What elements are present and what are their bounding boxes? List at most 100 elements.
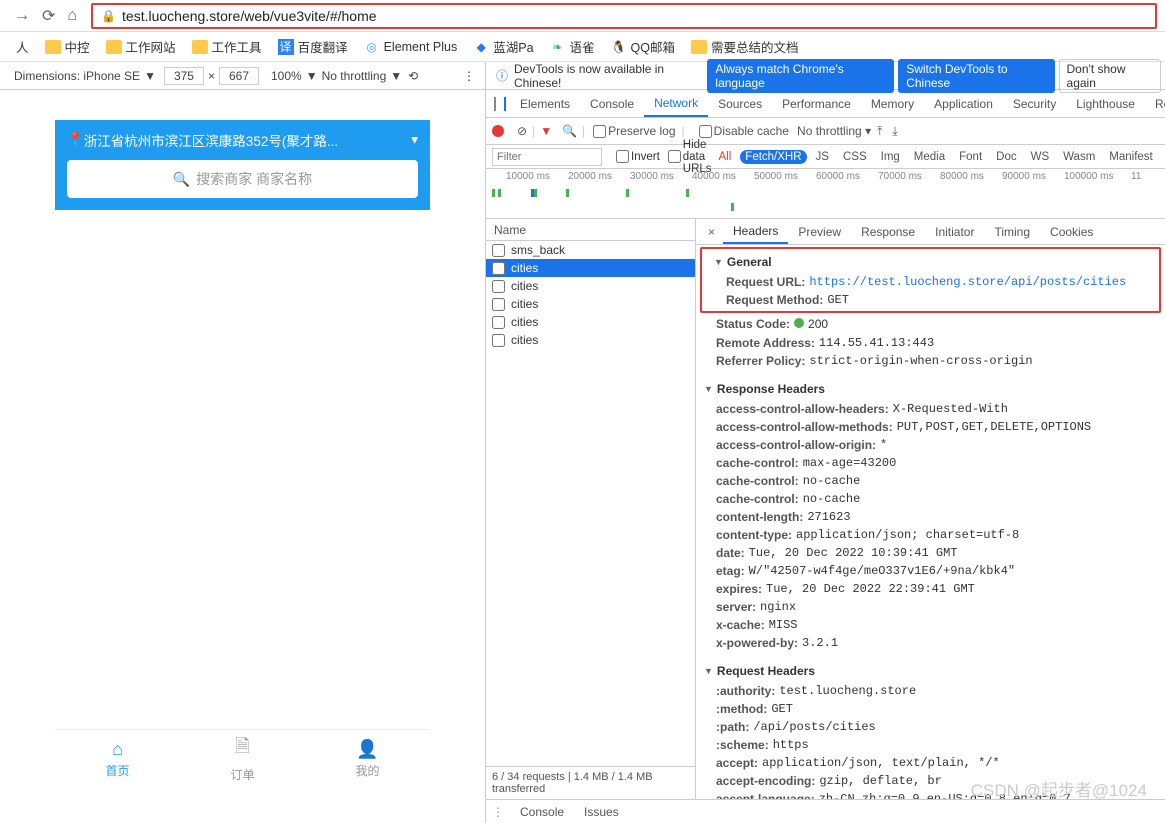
throttle-select[interactable]: No throttling [322,69,387,83]
tab-security[interactable]: Security [1003,90,1066,117]
more-icon[interactable]: ⋮ [463,69,475,83]
bookmark-item[interactable]: 人 [16,37,29,56]
bookmark-item[interactable]: ◆蓝湖Pa [473,37,533,56]
filter-media[interactable]: Media [909,150,950,164]
wifi-icon[interactable]: ⤒ [877,124,882,139]
filter-font[interactable]: Font [954,150,987,164]
close-icon[interactable]: × [700,225,723,239]
tab-elements[interactable]: Elements [510,90,580,117]
record-button[interactable] [492,125,504,137]
zoom-select[interactable]: 100% [271,69,302,83]
inspect-icon[interactable] [494,97,496,111]
request-row[interactable]: cities [486,313,695,331]
filter-doc[interactable]: Doc [991,150,1021,164]
filter-manifest[interactable]: Manifest [1104,150,1157,164]
rotate-icon[interactable]: ⟲ [408,69,418,83]
general-header[interactable]: General [706,251,1155,273]
filter-ws[interactable]: WS [1026,150,1055,164]
element-icon: ◎ [364,39,380,55]
search-icon[interactable]: 🔍 [562,124,577,138]
bookmark-item[interactable]: 工作工具 [192,37,262,56]
filter-all[interactable]: All [714,150,737,164]
tab-headers[interactable]: Headers [723,219,788,244]
filter-wasm[interactable]: Wasm [1058,150,1100,164]
throttle-select[interactable]: No throttling ▾ [797,124,871,138]
invert-checkbox[interactable] [616,150,629,163]
tab-preview[interactable]: Preview [788,219,851,244]
filter-icon[interactable]: ▼ [540,124,552,138]
drawer-issues[interactable]: Issues [574,805,629,819]
tab-recorder[interactable]: Recorder [1145,90,1165,117]
device-preview-pane: Dimensions: iPhone SE▼ 375 × 667 100%▼ N… [0,62,485,823]
request-headers[interactable]: Request Headers [696,660,1165,682]
row-checkbox[interactable] [492,280,505,293]
row-checkbox[interactable] [492,262,505,275]
request-row[interactable]: cities [486,295,695,313]
search-placeholder: 搜索商家 商家名称 [196,169,312,189]
bookmark-item[interactable]: 🐧QQ邮箱 [611,37,675,56]
download-icon[interactable]: ⤓ [892,124,897,139]
tab-application[interactable]: Application [924,90,1003,117]
location-bar[interactable]: 📍 浙江省杭州市滨江区滨康路352号(聚才路... ▾ [55,120,430,160]
filter-css[interactable]: CSS [838,150,872,164]
url-bar[interactable]: 🔒 test.luocheng.store/web/vue3vite/#/hom… [91,3,1157,29]
switch-language-button[interactable]: Switch DevTools to Chinese [898,59,1054,93]
home-icon[interactable]: ⌂ [67,7,77,25]
tab-timing[interactable]: Timing [984,219,1040,244]
tab-memory[interactable]: Memory [861,90,924,117]
tab-home[interactable]: ⌂首页 [55,730,180,787]
tab-lighthouse[interactable]: Lighthouse [1066,90,1145,117]
width-input[interactable]: 375 [164,67,204,85]
row-checkbox[interactable] [492,244,505,257]
match-language-button[interactable]: Always match Chrome's language [707,59,894,93]
hide-data-checkbox[interactable] [668,150,681,163]
tab-orders[interactable]: 🗎订单 [180,730,305,787]
tab-performance[interactable]: Performance [772,90,861,117]
search-input[interactable]: 🔍 搜索商家 商家名称 [67,160,418,198]
preserve-log-checkbox[interactable] [593,125,606,138]
column-name[interactable]: Name [486,219,695,241]
device-toolbar: Dimensions: iPhone SE▼ 375 × 667 100%▼ N… [0,62,485,90]
bookmark-item[interactable]: ❧语雀 [550,37,595,56]
filter-img[interactable]: Img [876,150,905,164]
bookmark-item[interactable]: 译百度翻译 [278,37,348,56]
height-input[interactable]: 667 [219,67,259,85]
row-checkbox[interactable] [492,334,505,347]
filter-fetch[interactable]: Fetch/XHR [740,150,806,164]
request-row[interactable]: cities [486,259,695,277]
tab-console[interactable]: Console [580,90,644,117]
bookmark-item[interactable]: ◎Element Plus [364,39,458,55]
filter-js[interactable]: JS [811,150,834,164]
device-select[interactable]: Dimensions: iPhone SE [14,69,140,83]
bookmark-item[interactable]: 需要总结的文档 [691,37,799,56]
forward-icon[interactable]: → [14,7,30,25]
request-row[interactable]: sms_back [486,241,695,259]
filter-input[interactable] [492,148,602,166]
browser-toolbar: → ⟳ ⌂ 🔒 test.luocheng.store/web/vue3vite… [0,0,1165,32]
tab-cookies[interactable]: Cookies [1040,219,1103,244]
tab-network[interactable]: Network [644,90,708,117]
bookmark-item[interactable]: 中控 [45,37,90,56]
home-icon: ⌂ [112,739,123,760]
response-headers[interactable]: Response Headers [696,378,1165,400]
detail-tabs: × Headers Preview Response Initiator Tim… [696,219,1165,245]
tab-mine[interactable]: 👤我的 [305,730,430,787]
device-toggle-icon[interactable] [504,97,506,111]
tab-sources[interactable]: Sources [708,90,772,117]
row-checkbox[interactable] [492,316,505,329]
request-row[interactable]: cities [486,277,695,295]
waterfall-timeline[interactable]: 10000 ms 20000 ms 30000 ms 40000 ms 5000… [486,169,1165,219]
dont-show-button[interactable]: Don't show again [1059,59,1161,93]
drawer-console[interactable]: Console [510,805,574,819]
pin-icon: 📍 [67,132,84,148]
disable-cache-checkbox[interactable] [699,125,712,138]
reload-icon[interactable]: ⟳ [42,6,55,26]
tab-response[interactable]: Response [851,219,925,244]
drawer-toggle-icon[interactable]: ⋮ [492,805,504,819]
request-row[interactable]: cities [486,331,695,349]
filter-bar: Invert Hide data URLs All Fetch/XHR JS C… [486,145,1165,169]
tab-initiator[interactable]: Initiator [925,219,984,244]
row-checkbox[interactable] [492,298,505,311]
clear-icon[interactable]: ⊘ [517,124,527,138]
bookmark-item[interactable]: 工作网站 [106,37,176,56]
